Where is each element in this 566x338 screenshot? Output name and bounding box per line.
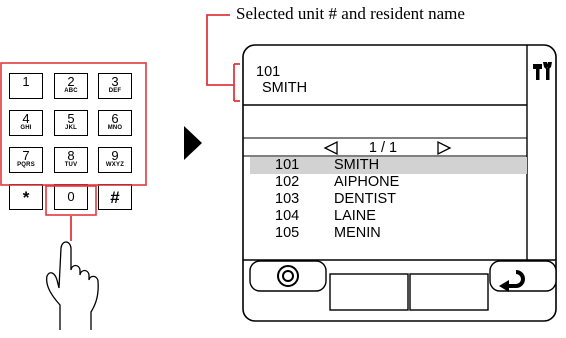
resident-name: LAINE	[334, 208, 376, 224]
selected-unit: 101	[256, 64, 281, 80]
list-item[interactable]: 102 AIPHONE	[250, 174, 527, 191]
unit-number: 104	[275, 208, 300, 224]
left-triangle-icon	[323, 140, 338, 156]
resident-name: AIPHONE	[334, 174, 400, 190]
list-item[interactable]: 105 MENIN	[250, 225, 527, 242]
resident-name: SMITH	[334, 157, 380, 173]
pointing-hand-icon	[46, 241, 99, 330]
unit-number: 103	[275, 191, 300, 207]
unit-number: 101	[275, 157, 300, 173]
resident-name: DENTIST	[334, 191, 397, 207]
list-item[interactable]: 104 LAINE	[250, 208, 527, 225]
list-item[interactable]: 103 DENTIST	[250, 191, 527, 208]
list-item[interactable]: 101 SMITH	[250, 157, 527, 174]
tools-icon	[533, 62, 552, 80]
selected-name: SMITH	[262, 80, 308, 96]
right-triangle-icon	[437, 140, 452, 156]
unit-number: 102	[275, 174, 300, 190]
resident-name: MENIN	[334, 225, 381, 241]
unit-number: 105	[275, 225, 300, 241]
page-indicator: 1 / 1	[368, 140, 398, 156]
